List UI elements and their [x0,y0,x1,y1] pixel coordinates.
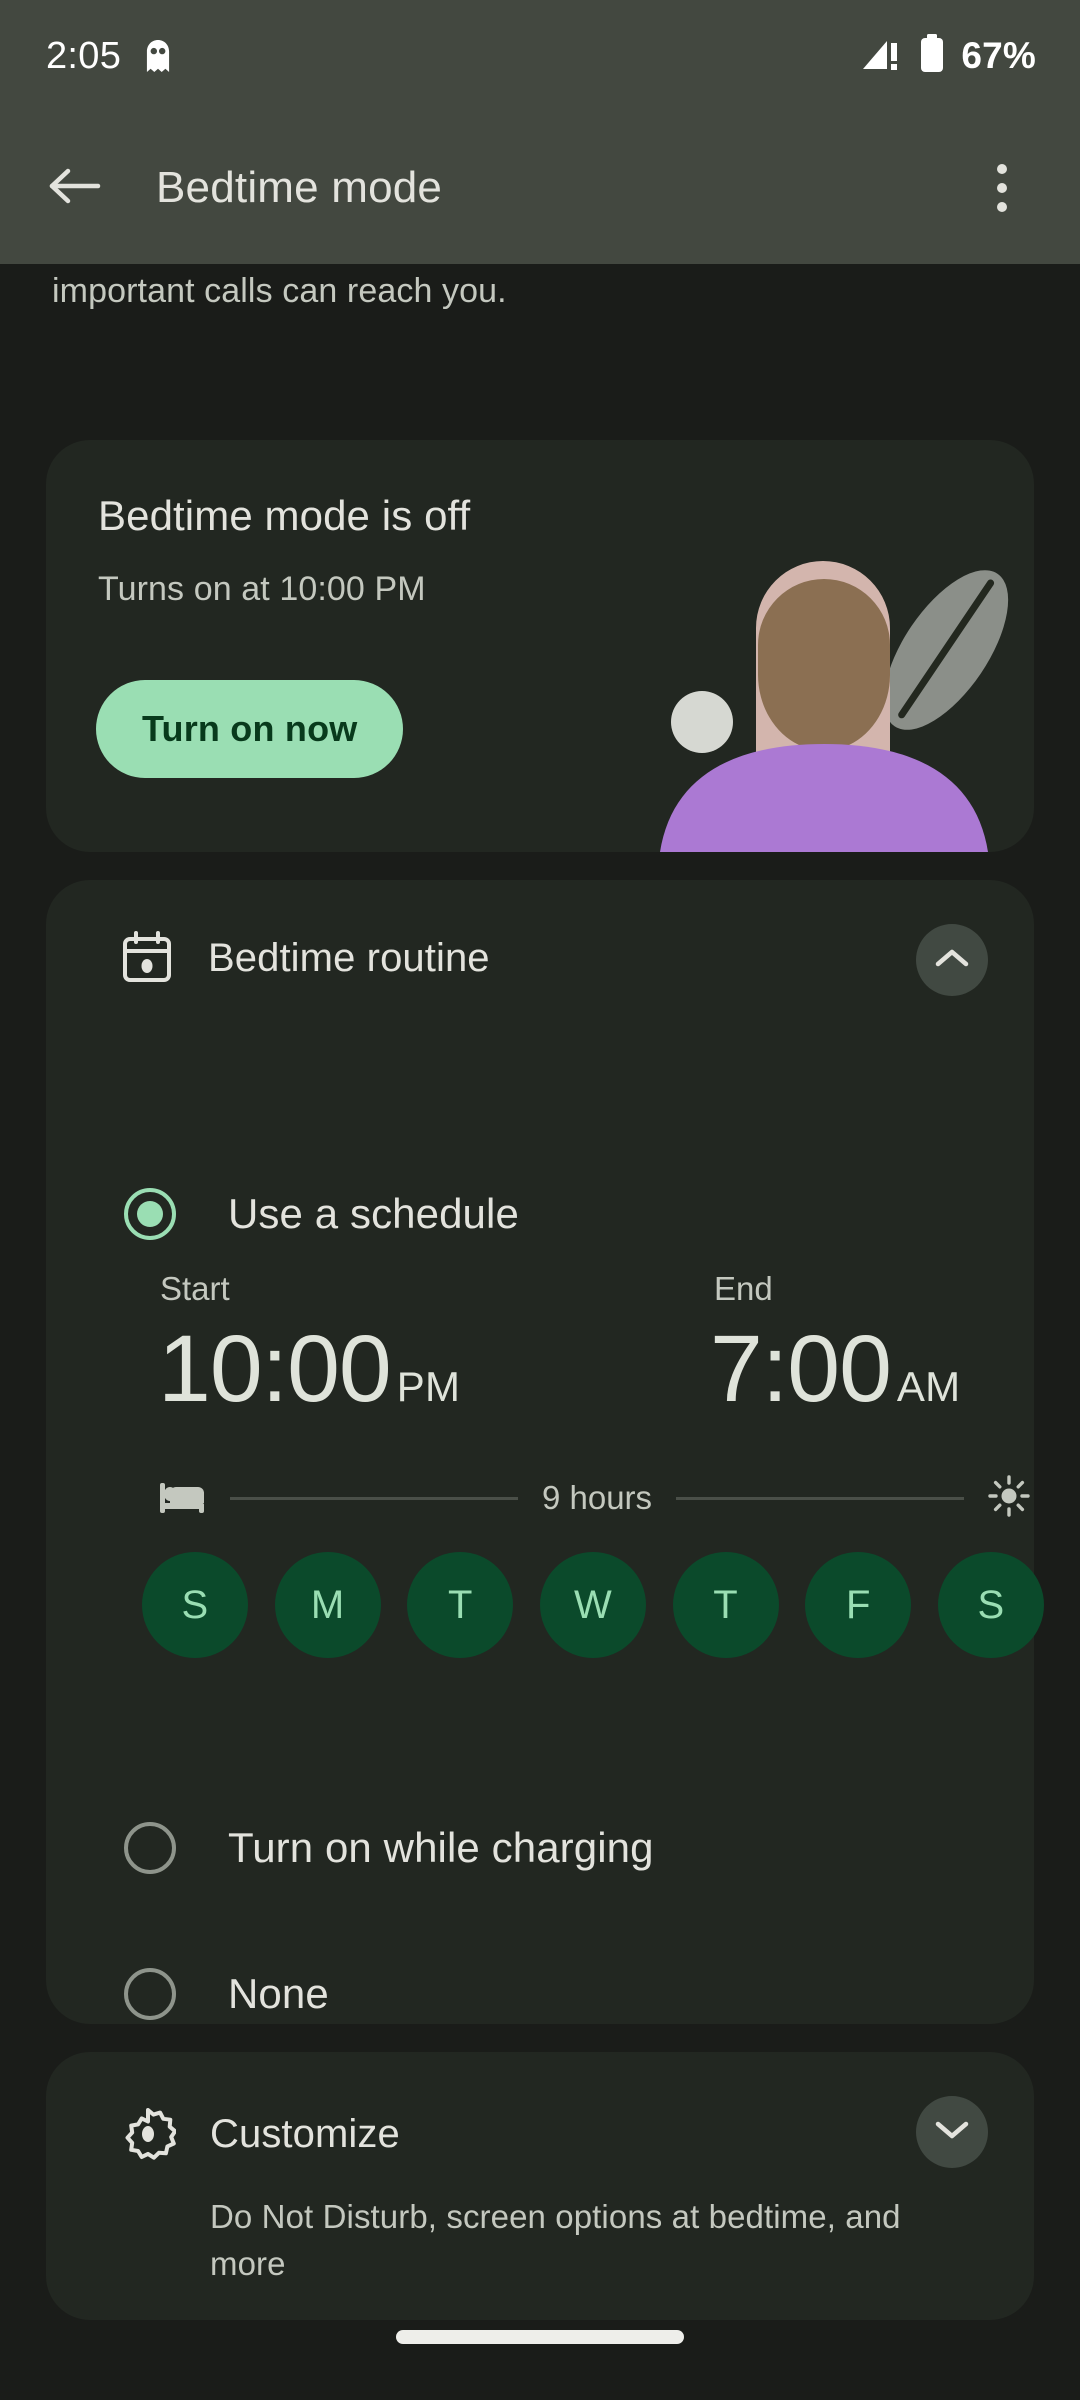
bedtime-status-subtitle: Turns on at 10:00 PM [98,570,426,608]
sleep-duration-row: 9 hours [158,1470,1030,1526]
person-sleeping-illustration [660,561,1009,852]
gear-icon [120,2106,178,2162]
turn-on-now-button[interactable]: Turn on now [96,680,404,778]
battery-percent-label: 67% [961,35,1036,76]
back-button[interactable] [26,140,122,236]
bed-icon [158,1477,206,1520]
status-bar: 2:05 67% [0,0,1080,112]
day-chip-friday[interactable]: F [805,1552,912,1658]
more-vert-icon-dot [997,202,1007,212]
phone-screen: 2:05 67% Bedtime mode important calls ca… [0,0,1080,2400]
app-bar: Bedtime mode [0,112,1080,264]
start-label: Start [160,1270,230,1307]
end-time-button[interactable]: 7:00 AM [710,1322,960,1417]
bedtime-status-title: Bedtime mode is off [98,492,471,539]
duration-line-left [230,1496,518,1500]
option-use-a-schedule[interactable]: Use a schedule [46,1166,1034,1262]
bedtime-routine-collapse-button[interactable] [916,924,988,996]
day-chip-monday[interactable]: M [274,1552,381,1658]
more-vert-icon-dot [997,183,1007,193]
overflow-menu-button[interactable] [962,148,1042,228]
radio-use-a-schedule[interactable] [124,1188,176,1240]
day-selector: S M T W T F S [142,1552,1044,1658]
status-bar-left: 2:05 [46,35,173,78]
end-time-value: 7:00 [710,1316,892,1422]
day-chip-tuesday[interactable]: T [407,1552,514,1658]
battery-icon [919,33,945,79]
gesture-nav-pill[interactable] [396,2330,684,2344]
sun-icon [988,1474,1030,1522]
option-none[interactable]: None [46,1946,1034,2042]
customize-title: Customize [210,2112,400,2156]
intro-description-text: important calls can reach you. [52,272,507,310]
start-time-meridiem: PM [396,1363,461,1410]
day-chip-saturday[interactable]: S [937,1552,1044,1658]
bedtime-status-card: Bedtime mode is off Turns on at 10:00 PM… [46,440,1034,852]
chevron-up-icon [934,947,970,974]
calendar-schedule-icon [120,930,174,984]
sleep-duration-label: 9 hours [541,1479,653,1516]
start-time-button[interactable]: 10:00 PM [158,1322,460,1417]
chevron-down-icon [934,2119,970,2146]
signal-no-service-icon [861,35,903,78]
end-time-meridiem: AM [896,1363,961,1410]
customize-subtitle: Do Not Disturb, screen options at bedtim… [210,2198,901,2282]
day-chip-sunday[interactable]: S [142,1552,248,1658]
end-label: End [714,1270,773,1307]
option-label: None [228,1970,329,2017]
bedtime-routine-card: Bedtime routine Use a schedule Start End [46,880,1044,2024]
option-label: Turn on while charging [228,1824,654,1871]
radio-none[interactable] [124,1968,176,2020]
more-vert-icon-dot [997,164,1007,174]
start-time-value: 10:00 [158,1316,392,1422]
status-bar-right: 67% [861,33,1036,79]
radio-turn-on-while-charging[interactable] [124,1822,176,1874]
schedule-times: 10:00 PM 7:00 AM [46,1322,1034,1432]
ghost-icon [143,40,173,72]
day-chip-thursday[interactable]: T [672,1552,779,1658]
day-chip-wednesday[interactable]: W [539,1552,646,1658]
customize-expand-button[interactable] [916,2096,988,2168]
page-title: Bedtime mode [156,163,443,212]
option-turn-on-while-charging[interactable]: Turn on while charging [46,1800,1034,1896]
duration-line-right [676,1496,965,1500]
option-label: Use a schedule [228,1190,519,1237]
customize-card[interactable]: Customize Do Not Disturb, screen options… [46,2052,1034,2320]
back-arrow-icon [46,162,102,215]
bedtime-routine-header[interactable]: Bedtime routine [46,880,1034,1048]
status-bar-clock: 2:05 [46,34,122,77]
bedtime-routine-title: Bedtime routine [208,936,490,980]
